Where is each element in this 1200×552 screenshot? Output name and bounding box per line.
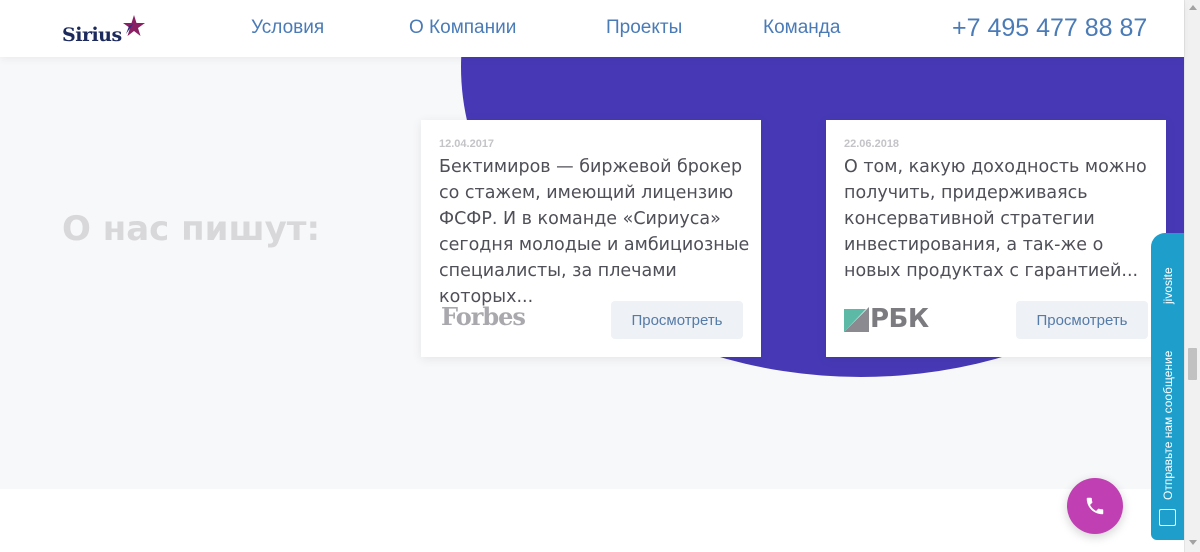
forbes-logo: Forbes: [441, 302, 526, 331]
section-title: О нас пишут:: [62, 209, 321, 249]
rbk-logo: РБК: [844, 304, 929, 334]
nav-item-proekty[interactable]: Проекты: [606, 17, 682, 39]
send-message-label: Отправьте нам сообщение: [1161, 350, 1175, 500]
nav-item-usloviya[interactable]: Условия: [251, 17, 324, 39]
view-button[interactable]: Просмотреть: [611, 301, 743, 339]
view-button[interactable]: Просмотреть: [1016, 301, 1148, 339]
nav-item-o-kompanii[interactable]: О Компании: [409, 17, 516, 39]
logo[interactable]: Sirius: [62, 14, 146, 46]
logo-text: Sirius: [62, 24, 122, 46]
rbk-logo-text: РБК: [870, 304, 929, 334]
jivosite-chat-tab[interactable]: jivosite Отправьте нам сообщение: [1151, 233, 1184, 540]
star-icon: [122, 15, 145, 36]
site-header: Sirius Условия О Компании Проекты Команд…: [0, 0, 1184, 57]
press-card-forbes: 12.04.2017 Бектимиров — биржевой брокер …: [421, 120, 761, 357]
call-button[interactable]: [1067, 478, 1123, 534]
page-scrollbar[interactable]: [1184, 0, 1200, 552]
scroll-up-arrow-icon[interactable]: [1189, 5, 1197, 10]
nav-item-komanda[interactable]: Команда: [763, 17, 840, 39]
jivosite-brand: jivosite: [1161, 267, 1175, 305]
card-text: О том, какую доходность можно получить, …: [844, 157, 1147, 281]
card-text: Бектимиров — биржевой брокер со стажем, …: [439, 157, 750, 307]
card-date: 22.06.2018: [844, 138, 900, 150]
rbk-mark-icon: [844, 306, 869, 332]
phone-icon: [1086, 497, 1104, 515]
card-date: 12.04.2017: [439, 138, 495, 150]
press-section: О нас пишут: 12.04.2017 Бектимиров — бир…: [0, 57, 1184, 489]
scroll-thumb[interactable]: [1188, 348, 1197, 380]
header-phone-link[interactable]: +7 495 477 88 87: [952, 14, 1147, 43]
scroll-down-arrow-icon[interactable]: [1189, 540, 1197, 545]
press-card-rbk: 22.06.2018 О том, какую доходность можно…: [826, 120, 1166, 357]
chat-icon: [1159, 509, 1176, 526]
